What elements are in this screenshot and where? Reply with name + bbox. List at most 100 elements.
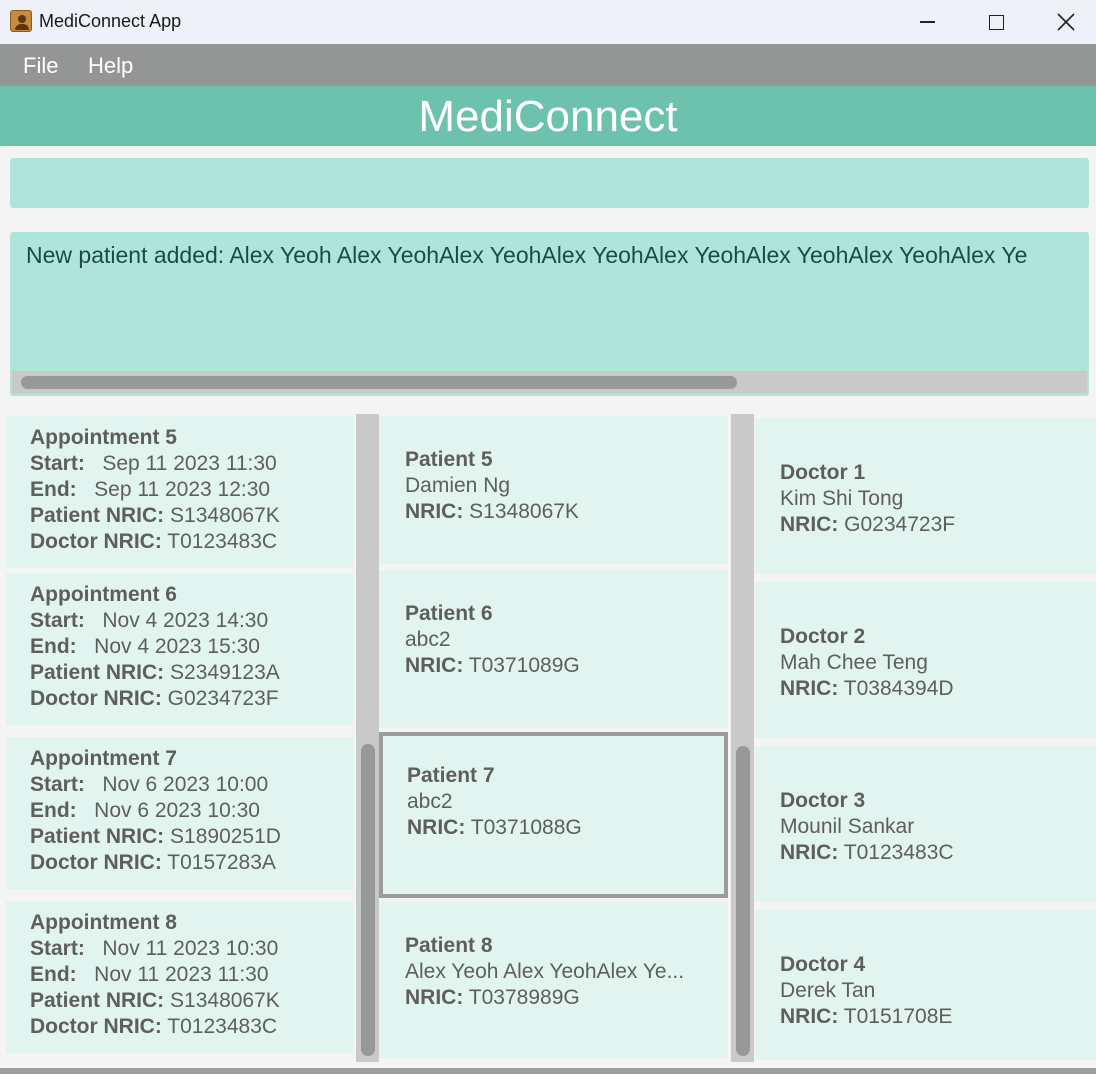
appointment-patient-nric: S2349123A: [170, 661, 280, 684]
appointment-scroll-thumb[interactable]: [361, 744, 375, 1056]
patient-card-selected[interactable]: Patient 7 abc2 NRIC: T0371088G: [379, 732, 728, 898]
patient-card[interactable]: Patient 8 Alex Yeoh Alex YeohAlex Ye... …: [379, 902, 728, 1058]
appointment-patient-nric: S1348067K: [170, 989, 280, 1012]
start-label: Start:: [30, 452, 85, 475]
appointment-title: Appointment 8: [30, 911, 177, 934]
patient-list-scrollbar[interactable]: [731, 414, 754, 1062]
appointment-doctor-nric: T0157283A: [167, 851, 276, 874]
doctor-card[interactable]: Doctor 4 Derek Tan NRIC: T0151708E: [755, 910, 1096, 1060]
patient-nric-label: Patient NRIC:: [30, 504, 165, 527]
nric-label: NRIC:: [407, 816, 466, 839]
start-label: Start:: [30, 937, 85, 960]
close-button[interactable]: [1031, 0, 1096, 44]
app-title: MediConnect: [418, 92, 678, 141]
appointment-title: Appointment 7: [30, 747, 177, 770]
nric-label: NRIC:: [405, 986, 464, 1009]
doctor-title: Doctor 4: [780, 953, 866, 976]
patient-nric-label: Patient NRIC:: [30, 989, 165, 1012]
patient-card[interactable]: Patient 6 abc2 NRIC: T0371089G: [379, 570, 728, 728]
doctor-nric: T0151708E: [843, 1005, 953, 1028]
appointment-end: Sep 11 2023 12:30: [94, 478, 271, 501]
end-label: End:: [30, 799, 77, 822]
appointment-list-scrollbar[interactable]: [356, 414, 379, 1062]
maximize-icon: [988, 14, 1004, 30]
patient-name: abc2: [407, 790, 453, 813]
nric-label: NRIC:: [780, 841, 839, 864]
appointment-start: Nov 4 2023 14:30: [102, 609, 269, 632]
doctor-list: Doctor 1 Kim Shi Tong NRIC: G0234723F Do…: [755, 414, 1096, 1062]
end-label: End:: [30, 635, 77, 658]
doctor-nric-label: Doctor NRIC:: [30, 687, 162, 710]
doctor-card[interactable]: Doctor 2 Mah Chee Teng NRIC: T0384394D: [755, 582, 1096, 738]
menu-file[interactable]: File: [23, 53, 58, 79]
patient-title: Patient 8: [405, 934, 493, 957]
result-message: New patient added: Alex Yeoh Alex YeohAl…: [26, 242, 1028, 268]
appointment-card[interactable]: Appointment 7 Start: Nov 6 2023 10:00 En…: [6, 737, 353, 889]
start-label: Start:: [30, 773, 85, 796]
doctor-nric-label: Doctor NRIC:: [30, 1015, 162, 1038]
appointment-start: Nov 6 2023 10:00: [102, 773, 269, 796]
doctor-title: Doctor 1: [780, 461, 866, 484]
result-display: New patient added: Alex Yeoh Alex YeohAl…: [10, 232, 1089, 396]
patient-name: abc2: [405, 628, 451, 651]
doctor-name: Derek Tan: [780, 979, 876, 1002]
doctor-name: Mah Chee Teng: [780, 651, 928, 674]
menu-help[interactable]: Help: [88, 53, 133, 79]
appointment-start: Nov 11 2023 10:30: [102, 937, 279, 960]
minimize-icon: [919, 21, 935, 23]
end-label: End:: [30, 478, 77, 501]
appointment-title: Appointment 5: [30, 426, 177, 449]
appointment-end: Nov 4 2023 15:30: [94, 635, 260, 658]
end-label: End:: [30, 963, 77, 986]
appointment-patient-nric: S1348067K: [170, 504, 280, 527]
nric-label: NRIC:: [780, 513, 839, 536]
patient-title: Patient 5: [405, 448, 493, 471]
close-icon: [1057, 13, 1075, 31]
app-icon: [10, 10, 32, 32]
doctor-title: Doctor 3: [780, 789, 866, 812]
doctor-card[interactable]: Doctor 3 Mounil Sankar NRIC: T0123483C: [755, 746, 1096, 902]
patient-name: Damien Ng: [405, 474, 511, 497]
appointment-card[interactable]: Appointment 6 Start: Nov 4 2023 14:30 En…: [6, 573, 353, 725]
doctor-name: Kim Shi Tong: [780, 487, 904, 510]
patient-nric: S1348067K: [469, 500, 579, 523]
appointment-patient-nric: S1890251D: [170, 825, 281, 848]
doctor-nric-label: Doctor NRIC:: [30, 530, 162, 553]
patient-card[interactable]: Patient 5 Damien Ng NRIC: S1348067K: [379, 416, 728, 564]
appointment-card[interactable]: Appointment 8 Start: Nov 11 2023 10:30 E…: [6, 901, 353, 1053]
nric-label: NRIC:: [405, 500, 464, 523]
patient-nric-label: Patient NRIC:: [30, 825, 165, 848]
appointment-start: Sep 11 2023 11:30: [102, 452, 277, 475]
patient-name: Alex Yeoh Alex YeohAlex Ye...: [405, 960, 685, 983]
patient-nric-label: Patient NRIC:: [30, 661, 165, 684]
nric-label: NRIC:: [405, 654, 464, 677]
appointment-doctor-nric: G0234723F: [167, 687, 279, 710]
appointment-doctor-nric: T0123483C: [167, 1015, 278, 1038]
patient-scroll-thumb[interactable]: [736, 746, 750, 1056]
doctor-nric: T0123483C: [843, 841, 954, 864]
patient-title: Patient 7: [407, 764, 495, 787]
doctor-nric: T0384394D: [843, 677, 954, 700]
appointment-end: Nov 6 2023 10:30: [94, 799, 260, 822]
menu-bar: File Help: [0, 44, 1096, 86]
appointment-end: Nov 11 2023 11:30: [94, 963, 269, 986]
result-horizontal-scrollbar[interactable]: [12, 371, 1087, 393]
patient-nric: T0371088G: [470, 816, 582, 839]
doctor-title: Doctor 2: [780, 625, 866, 648]
patient-nric: T0371089G: [468, 654, 580, 677]
command-input[interactable]: [10, 158, 1089, 208]
window-title: MediConnect App: [39, 11, 182, 31]
nric-label: NRIC:: [780, 677, 839, 700]
maximize-button[interactable]: [961, 0, 1031, 44]
patient-list: Patient 5 Damien Ng NRIC: S1348067K Pati…: [379, 414, 731, 1062]
doctor-nric-label: Doctor NRIC:: [30, 851, 162, 874]
start-label: Start:: [30, 609, 85, 632]
minimize-button[interactable]: [892, 0, 962, 44]
doctor-card[interactable]: Doctor 1 Kim Shi Tong NRIC: G0234723F: [755, 418, 1096, 574]
window-titlebar: MediConnect App: [0, 0, 1096, 44]
appointment-card[interactable]: Appointment 5 Start: Sep 11 2023 11:30 E…: [6, 416, 353, 568]
window-bottom-border: [0, 1068, 1096, 1074]
doctor-name: Mounil Sankar: [780, 815, 915, 838]
patient-title: Patient 6: [405, 602, 493, 625]
result-scroll-thumb[interactable]: [21, 376, 737, 389]
